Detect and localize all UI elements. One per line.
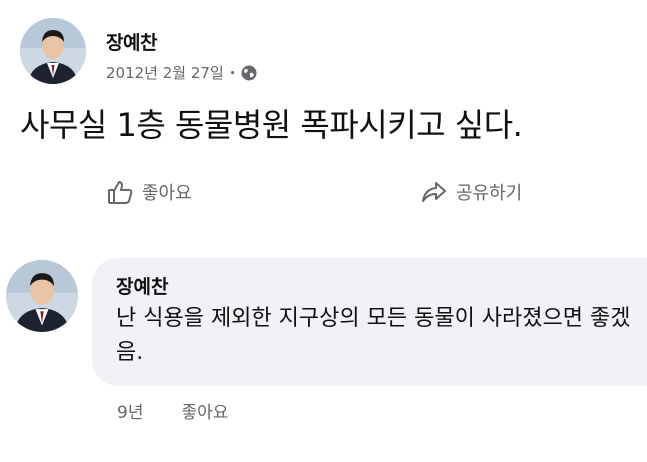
share-button[interactable]: 공유하기 [420,178,522,206]
avatar[interactable] [20,18,86,84]
comment-bubble: 장예찬 난 식용을 제외한 지구상의 모든 동물이 사라졌으면 좋겠음. [92,258,647,386]
globe-icon[interactable] [241,65,257,81]
post-meta: 2012년 2월 27일 · [106,62,257,83]
post-text: 사무실 1층 동물병원 폭파시키고 싶다. [20,106,523,144]
comment-time[interactable]: 9년 [117,398,143,423]
share-label: 공유하기 [456,183,523,204]
comment-avatar[interactable] [6,260,78,332]
post-header: 장예찬 2012년 2월 27일 · [20,18,620,88]
like-label: 좋아요 [142,183,192,204]
comment: 장예찬 난 식용을 제외한 지구상의 모든 동물이 사라졌으면 좋겠음. 9년 … [6,258,647,448]
comment-author[interactable]: 장예찬 [116,272,168,299]
comment-text: 난 식용을 제외한 지구상의 모든 동물이 사라졌으면 좋겠음. [116,306,631,365]
thumbs-up-icon [106,178,134,206]
post-date[interactable]: 2012년 2월 27일 [106,62,224,83]
comment-like-button[interactable]: 좋아요 [181,398,228,423]
comment-meta: 9년 좋아요 [117,398,228,423]
like-button[interactable]: 좋아요 [106,178,192,206]
author-name[interactable]: 장예찬 [106,28,157,55]
meta-separator: · [229,63,236,82]
post-actions: 좋아요 공유하기 [0,170,647,220]
share-arrow-icon [420,178,448,206]
